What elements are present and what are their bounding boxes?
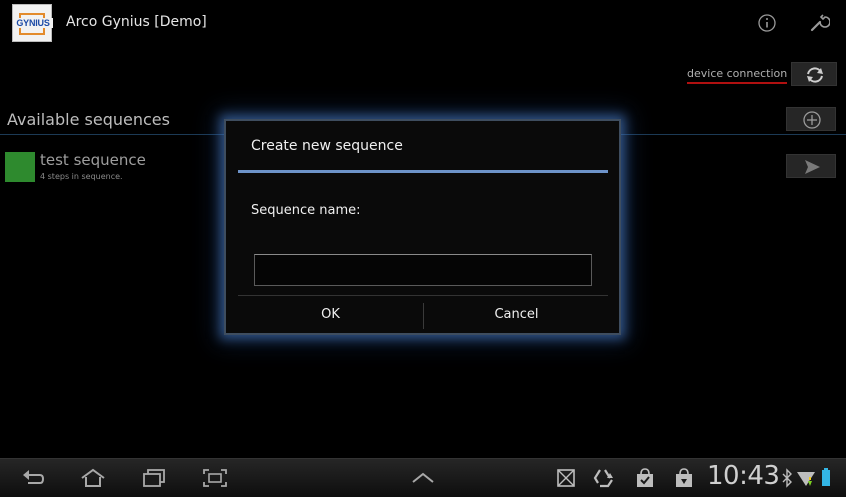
add-circle-icon	[803, 111, 821, 129]
recent-apps-icon[interactable]	[141, 467, 167, 489]
refresh-icon	[807, 67, 823, 83]
sequence-name: test sequence	[40, 151, 146, 169]
dialog-title: Create new sequence	[251, 138, 403, 154]
dialog-button-divider	[238, 295, 608, 296]
info-icon[interactable]	[756, 12, 778, 34]
sequence-name-label: Sequence name:	[251, 203, 361, 218]
sequence-color-swatch	[5, 152, 35, 182]
wifi-icon	[797, 472, 815, 486]
action-bar: GYNIUS Arco Gynius [Demo]	[0, 0, 846, 48]
screenshot-status-icon	[557, 469, 575, 487]
sequence-name-input[interactable]	[254, 254, 592, 286]
create-sequence-dialog: Create new sequence Sequence name: OK Ca…	[224, 119, 621, 335]
bluetooth-icon	[782, 468, 792, 488]
send-sequence-button[interactable]	[786, 154, 836, 178]
system-bar: 10:43	[0, 458, 846, 497]
sequence-subtitle: 4 steps in sequence.	[40, 172, 123, 181]
app-title: Arco Gynius [Demo]	[66, 14, 207, 30]
home-icon[interactable]	[80, 467, 106, 489]
shopping-bag-download-icon	[676, 468, 692, 487]
send-icon	[805, 160, 820, 174]
add-sequence-button[interactable]	[786, 107, 836, 131]
up-arrow-icon[interactable]	[410, 467, 436, 489]
battery-icon	[822, 468, 830, 486]
device-connection-link[interactable]: device connection	[687, 67, 788, 84]
ok-button[interactable]: OK	[238, 297, 423, 333]
screenshot-icon[interactable]	[202, 467, 228, 489]
cancel-button[interactable]: Cancel	[424, 297, 609, 333]
clock: 10:43	[707, 461, 780, 491]
back-icon[interactable]	[20, 467, 46, 489]
logo-text: GYNIUS	[13, 18, 53, 28]
section-title: Available sequences	[7, 110, 170, 129]
app-logo[interactable]: GYNIUS	[12, 4, 53, 42]
refresh-button[interactable]	[791, 62, 837, 86]
recycle-icon	[593, 469, 613, 488]
wrench-icon[interactable]	[808, 12, 830, 34]
dialog-title-divider	[238, 170, 608, 173]
shopping-bag-check-icon	[637, 468, 653, 487]
